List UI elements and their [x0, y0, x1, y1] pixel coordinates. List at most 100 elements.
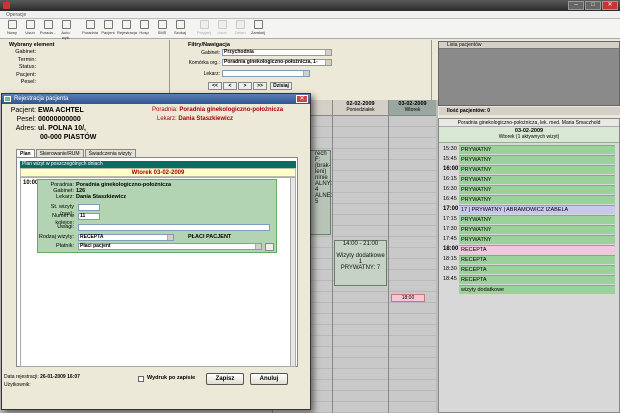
toolbar-label: Szukaj [173, 30, 186, 35]
day-slot-row[interactable]: 15:45 PRYWATNY [439, 155, 619, 164]
toolbar-nowy-button[interactable]: Nowy [3, 19, 21, 39]
slot-time: 18:00 [443, 246, 459, 252]
title-bar: – □ ✕ [0, 0, 620, 11]
slot-label: PRYWATNY [459, 225, 615, 234]
nav-last-button[interactable]: >> [253, 82, 267, 90]
lekarz-select[interactable] [222, 70, 310, 77]
numer-input[interactable]: 11 [78, 213, 100, 220]
slot-label: RECEPTA [459, 275, 615, 284]
day-slot-row[interactable]: 16:45 PRYWATNY [439, 195, 619, 204]
toolbar-hosp-button[interactable]: Hosp [135, 19, 153, 39]
toolbar-usun2-button[interactable]: Usuń [213, 19, 231, 39]
chevron-down-icon [325, 60, 331, 65]
plan-tab-body: Plan wizyt w poszczególnych dniach Wtore… [16, 157, 298, 367]
nowy-icon [7, 20, 17, 29]
komorka-select[interactable]: Poradnia ginekologiczno-położnicza, 1- [222, 59, 332, 66]
toolbar-label: Poradnia [81, 30, 98, 35]
nav-first-button[interactable]: << [208, 82, 222, 90]
toolbar-rejestracja-button[interactable]: Rejestracja [117, 19, 138, 39]
patient-label: Pacjent: [10, 107, 36, 114]
day-slot-row[interactable]: 17:30 PRYWATNY [439, 225, 619, 234]
day-panel-doctor: Poradnia ginekologiczno-położnicza, lek.… [439, 119, 619, 127]
toolbar-label: Rejestracja [117, 30, 138, 35]
zmien-icon [235, 20, 245, 29]
toolbar-auto-button[interactable]: Auto. wyb. [57, 19, 75, 40]
slot-time: 16:30 [443, 186, 457, 192]
minimize-button[interactable]: – [568, 1, 584, 10]
day-slot-row[interactable]: 18:45 RECEPTA [439, 275, 619, 284]
patient-list-panel: Lista pacjentów Ilość pacjentów: 0 [438, 41, 620, 115]
dialog-title-bar: Rejestracja pacjenta ✕ [2, 94, 310, 104]
schedule-slot-1400[interactable]: 14:00 - 21:00 Wizyty dodatkowe 1 PRYWATN… [334, 240, 387, 286]
platnik-select[interactable]: Płaci pacjent [78, 243, 262, 250]
toolbar-zamknij-button[interactable]: Zamknij [249, 19, 267, 39]
save-button[interactable]: Zapisz [206, 373, 244, 385]
visit-poradnia: Poradnia ginekologiczno-położnicza [76, 182, 172, 188]
day-slot-row[interactable]: 16:30 PRYWATNY [439, 185, 619, 194]
day-slot-row[interactable]: 17:15 PRYWATNY [439, 215, 619, 224]
st-input[interactable] [78, 204, 100, 211]
slot-label: RECEPTA [459, 245, 615, 254]
toolbar-label: Nowy [6, 30, 17, 35]
menu-operacje[interactable]: Operacje [6, 12, 26, 18]
day-slot-row[interactable]: 17:45 PRYWATNY [439, 235, 619, 244]
rodzaj-select[interactable]: RECEPTA [78, 234, 174, 241]
hosp-icon [139, 20, 149, 29]
wydruk-checkbox[interactable] [138, 376, 144, 382]
toolbar-porada-button[interactable]: Porada... [39, 19, 57, 39]
maximize-button[interactable]: □ [585, 1, 601, 10]
day-slot-row[interactable]: wizyty dodatkowe [439, 285, 619, 294]
day-slot-row[interactable]: 16:00 PRYWATNY [439, 165, 619, 174]
uwagi-input[interactable] [78, 224, 270, 231]
dialog-close-button[interactable]: ✕ [296, 95, 308, 103]
today-button[interactable]: Dzisiaj [270, 82, 292, 90]
slot-time: 15:45 [443, 156, 457, 162]
toolbar-sms-button[interactable]: SMS [153, 19, 171, 39]
slot-label: PRYWATNY [459, 175, 615, 184]
day-slot-row[interactable]: 18:30 RECEPTA [439, 265, 619, 274]
day-panel-date: 03-02-2009 [514, 128, 544, 134]
przyjmij-icon [199, 20, 209, 29]
plan-scrollbar[interactable] [290, 178, 295, 366]
slot-label: wizyty dodatkowe [459, 285, 615, 294]
slot-time: 18:45 [443, 276, 457, 282]
field-label: Pesel: [20, 79, 36, 85]
plan-day: Wtorek 03-02-2009 [20, 168, 296, 177]
nav-next-button[interactable]: > [238, 82, 252, 90]
day-slot-row[interactable]: 18:00 RECEPTA [439, 245, 619, 254]
slot-time: 18:30 [443, 266, 457, 272]
placi-label: PŁACI PACJENT [188, 234, 232, 240]
patient-name: EWA ACHTEL [38, 107, 84, 114]
schedule-column-3[interactable]: 03-02-2009 Wtorek 18:00 [388, 100, 436, 413]
schedule-column-2[interactable]: 02-02-2009 Poniedziałek 14:00 - 21:00 Wiz… [332, 100, 388, 413]
toolbar-usun-button[interactable]: Usuń [21, 19, 39, 39]
close-button[interactable]: ✕ [602, 1, 618, 10]
toolbar-zmien-button[interactable]: Zmień [231, 19, 249, 39]
day-slot-row[interactable]: 17:00 17 | PRYWATNY | ABRAMOWICZ IZABELA [439, 205, 619, 214]
dialog-icon [4, 96, 11, 102]
toolbar-szukaj-button[interactable]: Szukaj [171, 19, 189, 39]
pink-slot[interactable]: 18:00 [391, 294, 425, 302]
toolbar-przyjmij-button[interactable]: Przyjmij [195, 19, 213, 39]
toolbar-label: Pacjent [101, 30, 115, 35]
komorka-label: Komórka org.: [188, 60, 220, 66]
chevron-down-icon [255, 244, 261, 249]
day-slot-row[interactable]: 16:15 PRYWATNY [439, 175, 619, 184]
slot-time: 18:15 [443, 256, 457, 262]
day-slot-row[interactable]: 18:15 RECEPTA [439, 255, 619, 264]
platnik-lookup-icon[interactable] [265, 243, 274, 251]
poradnia-icon [85, 20, 95, 29]
data-rej-value: 26-01-2009 16:07 [40, 374, 80, 380]
cancel-button[interactable]: Anuluj [250, 373, 288, 385]
slot-time: 16:15 [443, 176, 457, 182]
szukaj-icon [175, 20, 185, 29]
gabinet-select[interactable]: Przychodnia [222, 49, 332, 56]
slot-time: 17:15 [443, 216, 457, 222]
toolbar-pacjent-button[interactable]: Pacjent [99, 19, 117, 39]
nav-prev-button[interactable]: < [223, 82, 237, 90]
toolbar-label: Usuń [217, 30, 227, 35]
selected-field: Status: [0, 64, 169, 72]
dialog-poradnia-label: Poradnia: [152, 107, 178, 113]
day-slot-row[interactable]: 15:30 PRYWATNY [439, 145, 619, 154]
toolbar-poradnia-button[interactable]: Poradnia [81, 19, 99, 39]
